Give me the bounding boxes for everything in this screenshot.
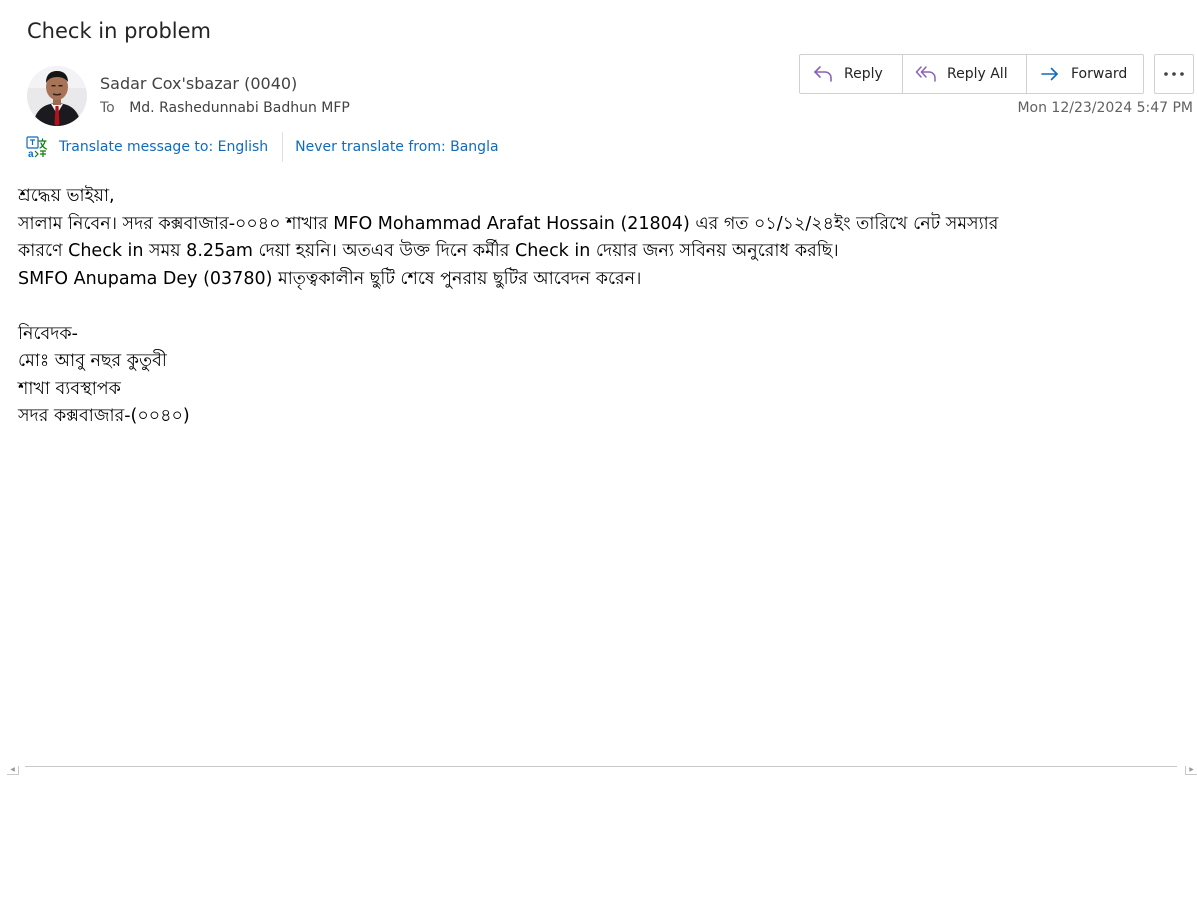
sender-name[interactable]: Sadar Cox'sbazar (0040) xyxy=(100,74,297,93)
reply-arrow-icon xyxy=(812,63,834,85)
body-line: SMFO Anupama Dey (03780) মাতৃত্বকালীন ছু… xyxy=(18,268,642,289)
reply-all-button[interactable]: Reply All xyxy=(902,55,1026,93)
to-label: To xyxy=(100,100,115,116)
reply-all-label: Reply All xyxy=(947,66,1008,82)
email-subject: Check in problem xyxy=(27,19,211,43)
message-timestamp: Mon 12/23/2024 5:47 PM xyxy=(1017,100,1193,116)
forward-label: Forward xyxy=(1071,66,1128,82)
message-body: শ্রদ্ধেয় ভাইয়া, সালাম নিবেন। সদর কক্সব… xyxy=(18,183,1188,431)
body-line: মোঃ আবু নছর কুতুবী xyxy=(18,351,167,371)
forward-arrow-icon xyxy=(1039,63,1061,85)
reply-label: Reply xyxy=(844,66,883,82)
body-line: শ্রদ্ধেয় ভাইয়া, xyxy=(18,186,115,206)
reply-button[interactable]: Reply xyxy=(800,55,902,93)
avatar-photo xyxy=(27,66,87,126)
recipient-line: To Md. Rashedunnabi Badhun MFP xyxy=(100,100,350,116)
svg-text:a: a xyxy=(28,149,34,158)
body-line: শাখা ব্যবস্থাপক xyxy=(18,378,121,399)
more-horizontal-icon xyxy=(1164,72,1184,76)
body-line: নিবেদক- xyxy=(18,323,78,344)
scroll-left-icon[interactable]: ◀ xyxy=(7,766,19,775)
body-blank-line xyxy=(18,293,1188,321)
never-translate-link[interactable]: Never translate from: Bangla xyxy=(295,139,498,155)
translate-message-link[interactable]: Translate message to: English xyxy=(59,139,268,155)
body-line: কারণে Check in সময় 8.25am দেয়া হয়নি। … xyxy=(18,241,839,261)
message-actions: Reply Reply All Forward xyxy=(799,54,1144,94)
scroll-right-icon[interactable]: ▶ xyxy=(1185,766,1197,775)
forward-button[interactable]: Forward xyxy=(1026,55,1143,93)
body-line: সালাম নিবেন। সদর কক্সবাজার-০০৪০ শাখার MF… xyxy=(18,213,999,234)
recipient-name[interactable]: Md. Rashedunnabi Badhun MFP xyxy=(129,100,350,116)
translate-divider xyxy=(282,132,284,162)
reply-all-arrow-icon xyxy=(915,63,937,85)
horizontal-scrollbar[interactable]: ◀ ▶ xyxy=(7,766,1197,776)
more-actions-button[interactable] xyxy=(1154,54,1194,94)
translate-icon: a xyxy=(26,136,48,158)
scrollbar-track[interactable] xyxy=(25,766,1177,767)
body-line: সদর কক্সবাজার-(০০৪০) xyxy=(18,406,190,426)
translate-bar: a Translate message to: English Never tr… xyxy=(26,132,499,162)
sender-avatar[interactable] xyxy=(27,66,87,126)
